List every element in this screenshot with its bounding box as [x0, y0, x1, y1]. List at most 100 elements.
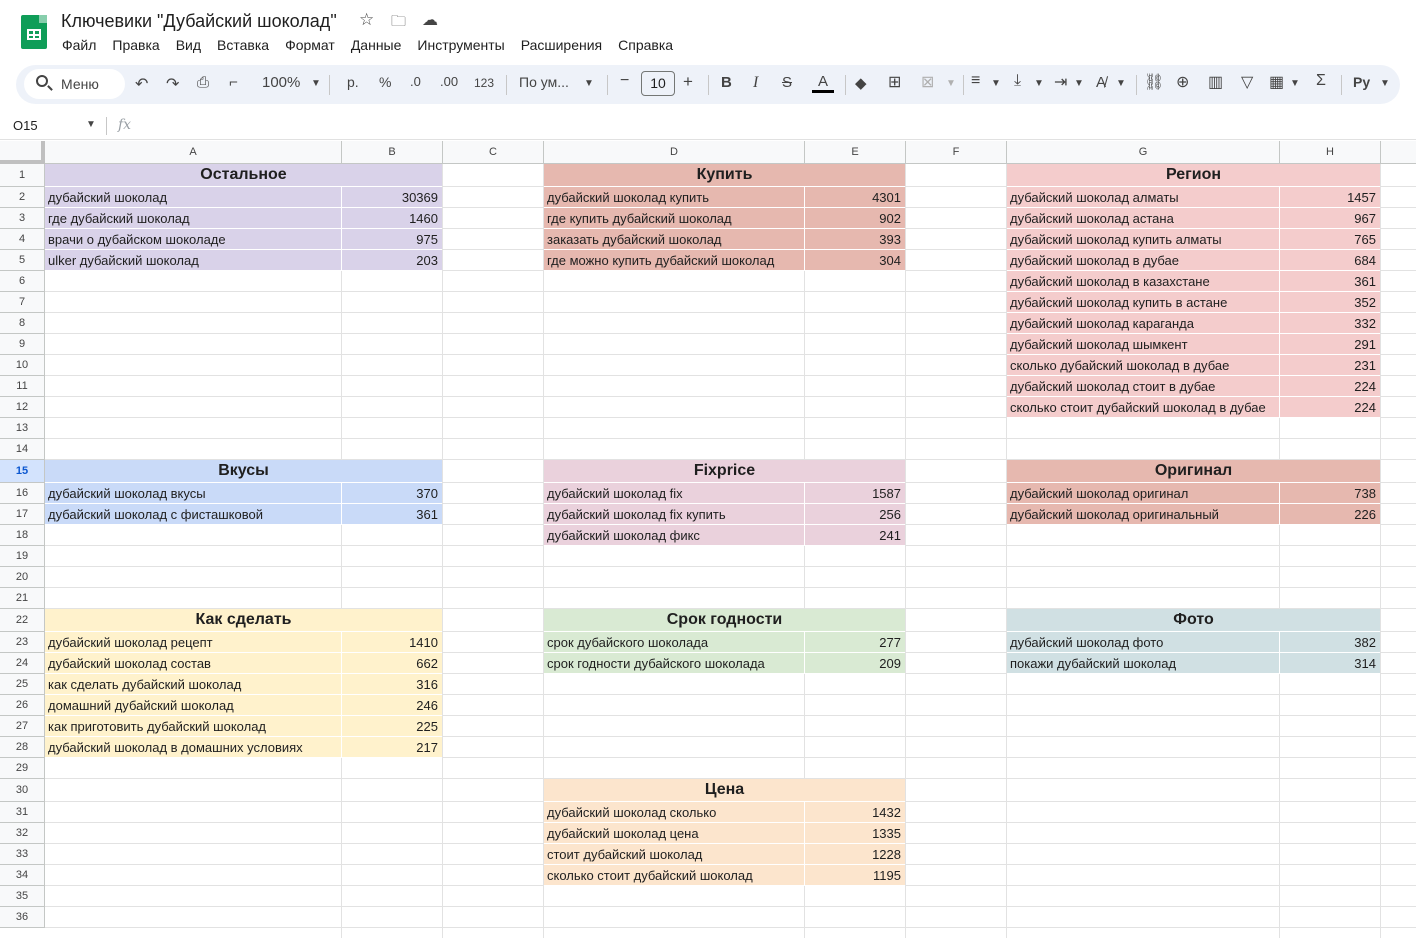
text-wrap-icon[interactable]: ⇥ [1054, 72, 1067, 92]
row-header[interactable]: 13 [0, 418, 45, 439]
keyword-cell[interactable]: дубайский шоколад рецепт [48, 635, 213, 650]
font-family-select[interactable]: По ум... [519, 74, 569, 90]
keyword-row[interactable]: срок годности дубайского шоколада 209 [544, 653, 905, 674]
keyword-row[interactable]: врачи о дубайском шоколаде 975 [45, 229, 442, 250]
keyword-row[interactable]: дубайский шоколад рецепт 1410 [45, 632, 442, 653]
frequency-cell[interactable]: 1587 [805, 486, 901, 501]
keyword-row[interactable]: дубайский шоколад fix купить 256 [544, 504, 905, 525]
number-format-button[interactable]: 123 [474, 76, 494, 90]
keyword-cell[interactable]: дубайский шоколад в казахстане [1010, 274, 1210, 289]
frequency-cell[interactable]: 226 [1280, 507, 1376, 522]
column-header[interactable]: C [443, 141, 544, 164]
row-header[interactable]: 27 [0, 716, 45, 737]
cloud-saved-icon[interactable]: ☁ [422, 10, 438, 30]
keyword-cell[interactable]: дубайский шоколад вкусы [48, 486, 206, 501]
increase-decimal-button[interactable]: .00 [440, 74, 458, 89]
group-title-cell[interactable]: Оригинал [1007, 460, 1380, 483]
sheet-grid[interactable]: A B C D E F G H 1 2 3 4 5 6 7 8 9 10 11 12 13 14 15 16 17 18 19 20 2… [0, 141, 1416, 938]
formula-input[interactable] [140, 117, 1400, 137]
keyword-cell[interactable]: дубайский шоколад купить [547, 190, 709, 205]
keyword-cell[interactable]: дубайский шоколад сколько [547, 805, 716, 820]
menu-item[interactable]: Правка [112, 37, 159, 53]
frequency-cell[interactable]: 1335 [805, 826, 901, 841]
keyword-row[interactable]: как сделать дубайский шоколад 316 [45, 674, 442, 695]
frequency-cell[interactable]: 256 [805, 507, 901, 522]
row-header[interactable]: 35 [0, 886, 45, 907]
font-size-input[interactable]: 10 [641, 71, 675, 96]
row-header[interactable]: 18 [0, 525, 45, 546]
row-header[interactable]: 12 [0, 397, 45, 418]
redo-icon[interactable]: ↷ [166, 74, 179, 94]
decrease-font-size-icon[interactable]: − [620, 72, 629, 90]
increase-font-size-icon[interactable]: + [683, 72, 693, 92]
column-header[interactable]: G [1007, 141, 1280, 164]
name-box-dropdown-icon[interactable]: ▼ [86, 119, 96, 130]
row-header[interactable]: 34 [0, 865, 45, 886]
frequency-cell[interactable]: 662 [342, 656, 438, 671]
row-header[interactable]: 26 [0, 695, 45, 716]
vertical-align-dropdown-icon[interactable]: ▼ [1034, 78, 1044, 89]
keyword-row[interactable]: дубайский шоколад стоит в дубае 224 [1007, 376, 1380, 397]
column-header[interactable]: B [342, 141, 443, 164]
zoom-dropdown-icon[interactable]: ▼ [311, 78, 321, 89]
frequency-cell[interactable]: 225 [342, 719, 438, 734]
frequency-cell[interactable]: 352 [1280, 295, 1376, 310]
keyword-cell[interactable]: где купить дубайский шоколад [547, 211, 732, 226]
keyword-cell[interactable]: дубайский шоколад караганда [1010, 316, 1194, 331]
bold-icon[interactable]: B [721, 74, 732, 91]
frequency-cell[interactable]: 382 [1280, 635, 1376, 650]
keyword-row[interactable]: ulker дубайский шоколад 203 [45, 250, 442, 271]
frequency-cell[interactable]: 1228 [805, 847, 901, 862]
menu-item[interactable]: Файл [62, 37, 96, 53]
row-header[interactable]: 32 [0, 823, 45, 844]
frequency-cell[interactable]: 902 [805, 211, 901, 226]
row-header[interactable]: 11 [0, 376, 45, 397]
keyword-cell[interactable]: срок дубайского шоколада [547, 635, 708, 650]
align-icon[interactable]: ≡ [971, 72, 980, 90]
keyword-row[interactable]: дубайский шоколад в казахстане 361 [1007, 271, 1380, 292]
star-icon[interactable]: ☆ [359, 10, 374, 30]
sheets-logo-icon[interactable] [21, 15, 47, 49]
menu-item[interactable]: Вставка [217, 37, 269, 53]
comment-icon[interactable]: ⊕ [1176, 72, 1189, 92]
keyword-cell[interactable]: дубайский шоколад fix [547, 486, 683, 501]
keyword-cell[interactable]: дубайский шоколад фото [1010, 635, 1163, 650]
frequency-cell[interactable]: 1457 [1280, 190, 1376, 205]
keyword-cell[interactable]: покажи дубайский шоколад [1010, 656, 1176, 671]
keyword-row[interactable]: дубайский шоколад купить алматы 765 [1007, 229, 1380, 250]
text-color-icon[interactable]: A [812, 74, 834, 93]
font-dropdown-icon[interactable]: ▼ [584, 78, 594, 89]
row-header[interactable]: 28 [0, 737, 45, 758]
frequency-cell[interactable]: 361 [342, 507, 438, 522]
keyword-cell[interactable]: ulker дубайский шоколад [48, 253, 199, 268]
row-header[interactable]: 5 [0, 250, 45, 271]
vertical-align-icon[interactable]: ⤓ [1014, 72, 1021, 90]
frequency-cell[interactable]: 975 [342, 232, 438, 247]
group-title-cell[interactable]: Fixprice [544, 460, 905, 483]
keyword-row[interactable]: заказать дубайский шоколад 393 [544, 229, 905, 250]
keyword-cell[interactable]: дубайский шоколад с фисташковой [48, 507, 263, 522]
keyword-cell[interactable]: домашний дубайский шоколад [48, 698, 234, 713]
group-title-cell[interactable]: Как сделать [45, 609, 442, 632]
frequency-cell[interactable]: 241 [805, 528, 901, 543]
keyword-row[interactable]: срок дубайского шоколада 277 [544, 632, 905, 653]
group-title-cell[interactable]: Вкусы [45, 460, 442, 483]
row-header[interactable]: 23 [0, 632, 45, 653]
keyword-cell[interactable]: сколько стоит дубайский шоколад в дубае [1010, 400, 1266, 415]
frequency-cell[interactable]: 765 [1280, 232, 1376, 247]
undo-icon[interactable]: ↶ [135, 74, 148, 94]
frequency-cell[interactable]: 967 [1280, 211, 1376, 226]
menu-item[interactable]: Инструменты [417, 37, 504, 53]
keyword-cell[interactable]: дубайский шоколад [48, 190, 167, 205]
column-header[interactable] [1381, 141, 1416, 164]
keyword-row[interactable]: дубайский шоколад сколько 1432 [544, 802, 905, 823]
row-header[interactable]: 8 [0, 313, 45, 334]
menu-item[interactable]: Расширения [521, 37, 602, 53]
keyword-cell[interactable]: сколько дубайский шоколад в дубае [1010, 358, 1229, 373]
row-header[interactable]: 29 [0, 758, 45, 779]
keyword-row[interactable]: дубайский шоколад состав 662 [45, 653, 442, 674]
row-header[interactable]: 20 [0, 567, 45, 588]
keyword-cell[interactable]: дубайский шоколад шымкент [1010, 337, 1188, 352]
keyword-row[interactable]: дубайский шоколад фото 382 [1007, 632, 1380, 653]
frequency-cell[interactable]: 291 [1280, 337, 1376, 352]
